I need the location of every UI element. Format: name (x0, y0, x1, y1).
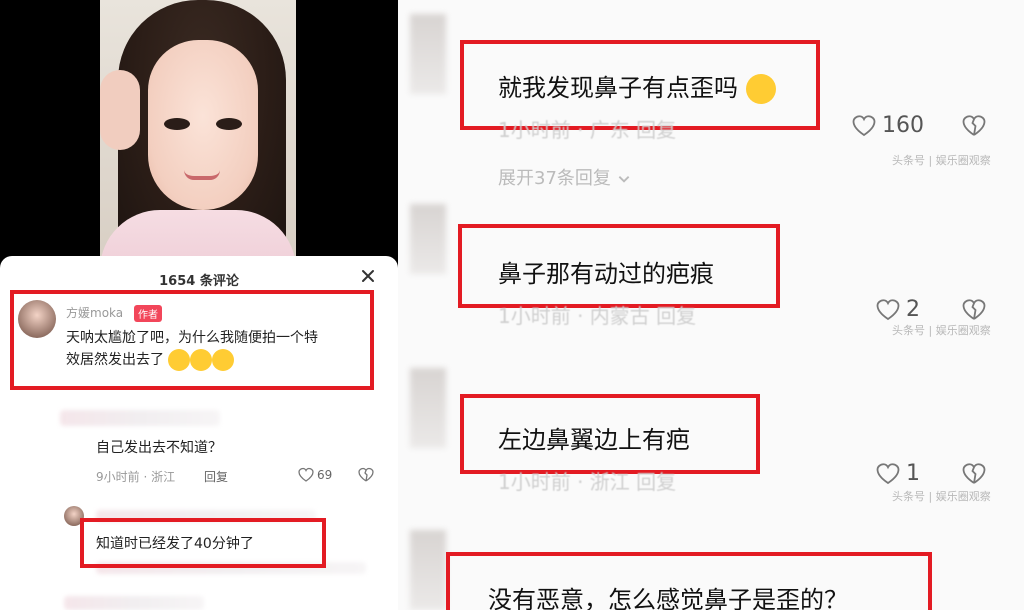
like-count: 69 (317, 468, 333, 482)
left-screenshot: 1654 条评论 方媛moka 作者 天呐太尴尬了吧，为什么我随便拍一个特 效居… (0, 0, 398, 610)
broken-heart-icon[interactable] (962, 298, 986, 322)
highlight-box (460, 394, 760, 474)
blurred-avatar (410, 368, 446, 448)
broken-heart-icon[interactable] (962, 462, 986, 486)
blurred-avatar (410, 14, 446, 94)
heart-icon[interactable] (298, 467, 314, 483)
expand-replies-label: 展开37条回复 (498, 168, 611, 189)
like-count: 160 (882, 113, 924, 138)
highlight-box (80, 518, 326, 568)
blurred-next-comment (64, 596, 204, 610)
hand-shape (100, 70, 140, 150)
heart-icon[interactable] (876, 298, 900, 322)
highlight-box (458, 224, 780, 308)
blurred-username (60, 410, 220, 426)
right-eye (216, 118, 242, 130)
watermark: 头条号 | 娱乐圈观察 (892, 490, 991, 503)
highlight-box (446, 552, 932, 610)
comment-meta: 1小时前 · 浙江 回复 (498, 470, 677, 494)
broken-heart-icon[interactable] (962, 114, 986, 138)
face-shape (148, 40, 258, 210)
broken-heart-icon[interactable] (358, 467, 374, 483)
shirt-shape (100, 210, 296, 262)
video-preview[interactable] (100, 0, 296, 262)
reply-button[interactable]: 回复 (204, 468, 228, 485)
comment-count-title: 1654 条评论 (159, 274, 239, 289)
mouth (184, 170, 220, 180)
blurred-avatar (410, 204, 446, 274)
watermark: 头条号 | 娱乐圈观察 (892, 324, 991, 337)
comment-sheet: 1654 条评论 方媛moka 作者 天呐太尴尬了吧，为什么我随便拍一个特 效居… (0, 256, 398, 610)
highlight-box (10, 290, 374, 390)
comment-meta: 1小时前 · 内蒙古 回复 (498, 304, 697, 328)
chevron-down-icon (618, 176, 629, 183)
blurred-avatar (410, 530, 446, 610)
heart-icon[interactable] (876, 462, 900, 486)
left-eye (164, 118, 190, 130)
comment-meta: 9小时前 · 浙江 (96, 470, 176, 484)
comment-text: 自己发出去不知道？ (96, 440, 222, 456)
expand-replies-button[interactable]: 展开37条回复 (498, 164, 631, 190)
like-count: 1 (906, 461, 920, 486)
comment-meta: 1小时前 · 广东 回复 (498, 118, 677, 142)
watermark: 头条号 | 娱乐圈观察 (892, 154, 991, 167)
like-count: 2 (906, 297, 920, 322)
close-icon[interactable] (358, 266, 378, 286)
right-screenshot: 就我发现鼻子有点歪吗 1小时前 · 广东 回复 160 头条号 | 娱乐圈观察 … (398, 0, 1024, 610)
heart-icon[interactable] (852, 114, 876, 138)
